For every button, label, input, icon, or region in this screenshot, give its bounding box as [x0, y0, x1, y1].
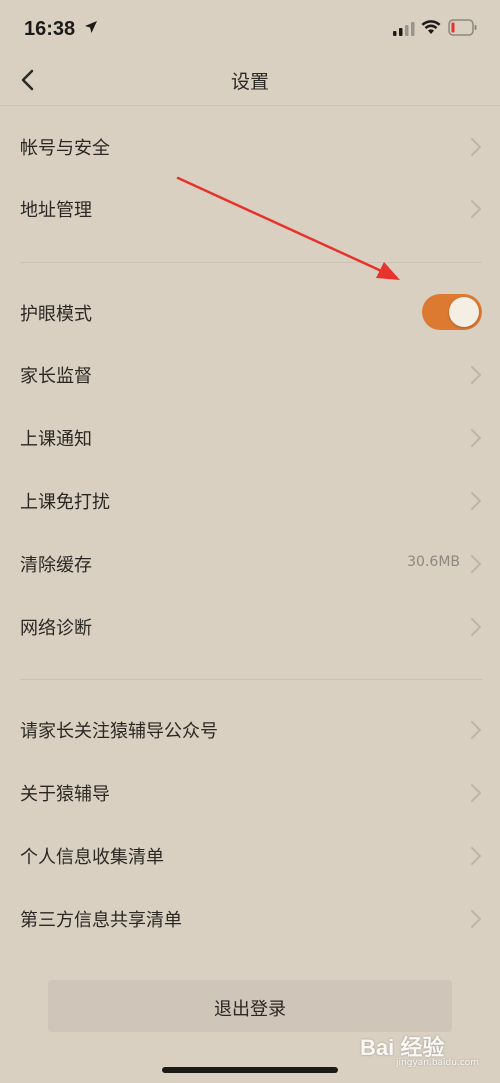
chevron-right-icon [471, 492, 481, 510]
navigation-bar: 设置 [0, 55, 500, 105]
toggle-knob [449, 297, 479, 327]
chevron-right-icon [471, 618, 481, 636]
page-title: 设置 [230, 71, 269, 93]
settings-item-label: 帐号与安全 [20, 138, 110, 159]
chevron-right-icon [471, 555, 481, 573]
chevron-right-icon [471, 910, 481, 928]
settings-item-about[interactable]: 关于猿辅导 [0, 762, 500, 824]
watermark-sub-text: jingyan.baidu.com [396, 1058, 480, 1068]
signal-icon [393, 22, 415, 36]
settings-item-label: 上课通知 [20, 429, 92, 450]
settings-item-label: 个人信息收集清单 [20, 847, 164, 868]
settings-item-label: 关于猿辅导 [20, 784, 110, 805]
status-time: 16:38 [24, 18, 76, 40]
settings-item-label: 地址管理 [20, 200, 92, 221]
settings-item-label: 家长监督 [20, 366, 92, 387]
settings-item-third-party-sharing-list[interactable]: 第三方信息共享清单 [0, 888, 500, 950]
settings-item-label: 网络诊断 [20, 618, 92, 639]
annotation-arrow-icon [176, 176, 400, 280]
settings-item-label: 第三方信息共享清单 [20, 910, 182, 931]
home-indicator [162, 1067, 338, 1073]
settings-item-eye-protection: 护眼模式 [0, 282, 500, 344]
eye-protection-toggle[interactable] [422, 294, 482, 330]
logout-label: 退出登录 [214, 999, 286, 1020]
section-divider [20, 679, 482, 680]
settings-item-network-diagnosis[interactable]: 网络诊断 [0, 596, 500, 658]
wifi-icon [421, 20, 441, 34]
battery-low-icon [448, 19, 477, 36]
settings-item-label: 上课免打扰 [20, 492, 110, 513]
location-arrow-icon [85, 21, 97, 33]
chevron-right-icon [471, 784, 481, 802]
settings-item-follow-official-account[interactable]: 请家长关注猿辅导公众号 [0, 699, 500, 761]
settings-item-class-notification[interactable]: 上课通知 [0, 407, 500, 469]
settings-item-parent-supervision[interactable]: 家长监督 [0, 344, 500, 406]
chevron-right-icon [471, 429, 481, 447]
chevron-right-icon [471, 847, 481, 865]
nav-divider [0, 105, 500, 106]
chevron-right-icon [471, 721, 481, 739]
settings-item-account-security[interactable]: 帐号与安全 [0, 116, 500, 178]
settings-item-label: 清除缓存 [20, 555, 92, 576]
status-bar: 16:38 [0, 0, 500, 60]
chevron-right-icon [471, 366, 481, 384]
baidu-jingyan-watermark: Bai 经验 jingyan.baidu.com [360, 1028, 480, 1068]
cache-size-value: 30.6MB [407, 554, 460, 570]
chevron-right-icon [471, 138, 481, 156]
chevron-right-icon [471, 200, 481, 218]
settings-item-clear-cache[interactable]: 清除缓存 30.6MB [0, 533, 500, 595]
logout-button[interactable]: 退出登录 [48, 980, 452, 1032]
settings-item-label: 请家长关注猿辅导公众号 [20, 721, 218, 742]
settings-item-class-do-not-disturb[interactable]: 上课免打扰 [0, 470, 500, 532]
settings-item-label: 护眼模式 [20, 304, 92, 325]
settings-item-personal-info-list[interactable]: 个人信息收集清单 [0, 825, 500, 887]
